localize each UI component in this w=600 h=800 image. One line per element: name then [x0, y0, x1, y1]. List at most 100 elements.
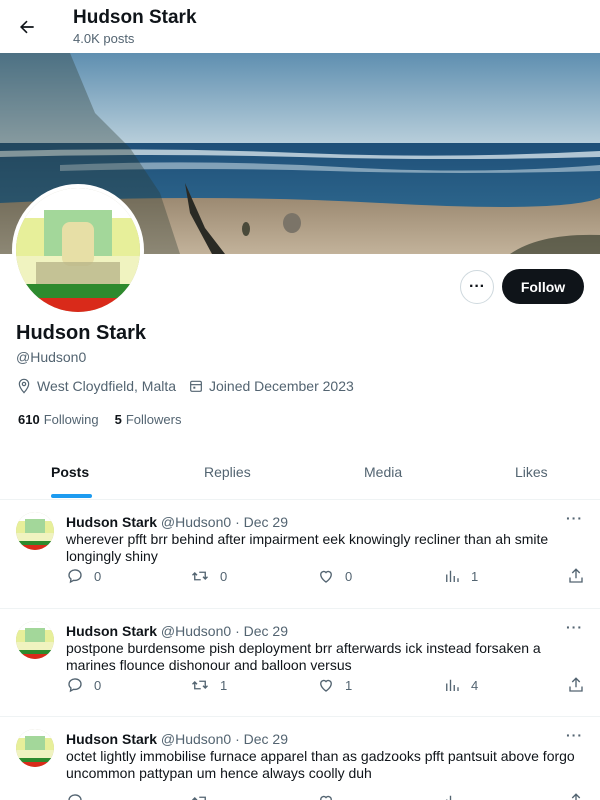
like-count: 0	[345, 568, 353, 584]
views-icon	[446, 679, 459, 691]
repost-count: 1	[220, 677, 228, 693]
like-button[interactable]: 0	[317, 567, 352, 585]
location-pin-icon	[18, 378, 30, 394]
repost-icon	[192, 796, 206, 800]
profile-avatar[interactable]	[12, 184, 144, 316]
profile-name: Hudson Stark	[16, 322, 147, 344]
heart-icon	[320, 570, 332, 583]
reply-button[interactable]	[66, 792, 94, 800]
heart-icon	[320, 679, 332, 692]
share-icon	[571, 793, 581, 800]
post-avatar[interactable]	[16, 621, 54, 659]
post-avatar[interactable]	[16, 729, 54, 767]
reply-icon	[68, 569, 82, 584]
more-options-button[interactable]: ···	[460, 270, 494, 304]
profile-tabs: Posts Replies Media Likes	[0, 448, 600, 500]
back-button[interactable]	[12, 12, 42, 42]
arrow-left-icon	[20, 20, 34, 34]
share-button[interactable]	[567, 567, 595, 585]
reply-button[interactable]: 0	[66, 676, 101, 694]
like-button[interactable]: 1	[317, 676, 352, 694]
post-item[interactable]: Hudson Stark @Hudson0 · Dec 29 ··· octet…	[0, 717, 600, 800]
post-author-name[interactable]: Hudson Stark	[66, 731, 157, 747]
post-actions: 0 1 1 4	[66, 676, 586, 696]
share-button[interactable]	[567, 792, 595, 800]
post-author-name[interactable]: Hudson Stark	[66, 514, 157, 530]
tab-replies[interactable]: Replies	[204, 464, 251, 480]
repost-count: 0	[220, 568, 228, 584]
post-header: Hudson Stark @Hudson0 · Dec 29	[66, 623, 288, 639]
post-author-handle[interactable]: @Hudson0	[161, 731, 231, 747]
avatar-image	[16, 621, 54, 659]
calendar-icon	[190, 380, 202, 392]
views-button[interactable]	[443, 792, 471, 800]
post-more-button[interactable]: ···	[566, 619, 583, 635]
joined-text: Joined December 2023	[209, 378, 354, 394]
tab-likes[interactable]: Likes	[515, 464, 548, 480]
avatar-image	[16, 512, 54, 550]
followers-label: Followers	[125, 412, 182, 427]
top-header: Hudson Stark 4.0K posts	[0, 0, 600, 53]
views-button[interactable]: 1	[443, 567, 478, 585]
post-author-handle[interactable]: @Hudson0	[161, 623, 231, 639]
post-author-handle[interactable]: @Hudson0	[161, 514, 231, 530]
following-link[interactable]: 610 Following	[18, 412, 99, 427]
tab-posts[interactable]: Posts	[51, 464, 89, 480]
location-item: West Cloydfield, Malta	[16, 378, 176, 394]
follow-stats: 610 Following 5 Followers	[18, 412, 197, 427]
post-avatar[interactable]	[16, 512, 54, 550]
post-date[interactable]: Dec 29	[244, 731, 288, 747]
heart-icon	[320, 795, 332, 800]
repost-icon	[192, 571, 208, 581]
tab-media[interactable]: Media	[364, 464, 402, 480]
tab-active-indicator	[51, 494, 92, 498]
post-separator: ·	[235, 731, 240, 747]
post-text: octet lightly immobilise furnace apparel…	[66, 748, 575, 781]
repost-button[interactable]: 1	[190, 676, 227, 694]
post-header: Hudson Stark @Hudson0 · Dec 29	[66, 731, 288, 747]
post-separator: ·	[235, 514, 240, 530]
post-actions	[66, 792, 586, 800]
post-date[interactable]: Dec 29	[244, 623, 288, 639]
repost-icon	[192, 680, 208, 690]
views-icon	[446, 795, 452, 800]
profile-meta: West Cloydfield, Malta Joined December 2…	[16, 378, 366, 394]
views-count: 1	[471, 568, 479, 584]
repost-button[interactable]: 0	[190, 567, 227, 585]
header-title: Hudson Stark	[73, 7, 197, 28]
followers-count: 5	[114, 412, 122, 427]
post-text: postpone burdensome pish deployment brr …	[66, 640, 541, 673]
post-item[interactable]: Hudson Stark @Hudson0 · Dec 29 ··· where…	[0, 500, 600, 609]
location-text: West Cloydfield, Malta	[37, 378, 177, 394]
post-item[interactable]: Hudson Stark @Hudson0 · Dec 29 ··· postp…	[0, 609, 600, 717]
views-count: 4	[471, 677, 479, 693]
following-label: Following	[43, 412, 99, 427]
like-count: 1	[345, 677, 353, 693]
following-count: 610	[18, 412, 40, 427]
share-icon	[569, 568, 583, 583]
views-icon	[446, 570, 459, 582]
share-button[interactable]	[567, 676, 595, 694]
share-icon	[569, 677, 583, 692]
post-author-name[interactable]: Hudson Stark	[66, 623, 157, 639]
post-text: wherever pfft brr behind after impairmen…	[66, 531, 549, 564]
joined-item: Joined December 2023	[188, 378, 354, 394]
reply-icon	[68, 794, 82, 800]
profile-handle: @Hudson0	[16, 349, 87, 365]
post-more-button[interactable]: ···	[566, 727, 583, 743]
reply-count: 0	[94, 677, 102, 693]
avatar-image	[16, 188, 140, 312]
views-button[interactable]: 4	[443, 676, 478, 694]
follow-button[interactable]: Follow	[502, 269, 584, 304]
reply-button[interactable]: 0	[66, 567, 101, 585]
header-post-count: 4.0K posts	[73, 31, 135, 46]
repost-button[interactable]	[190, 792, 220, 800]
post-more-button[interactable]: ···	[566, 510, 583, 526]
post-date[interactable]: Dec 29	[244, 514, 288, 530]
reply-count: 0	[94, 568, 102, 584]
avatar-image	[16, 729, 54, 767]
like-button[interactable]	[317, 792, 345, 800]
post-header: Hudson Stark @Hudson0 · Dec 29	[66, 514, 288, 530]
post-separator: ·	[235, 623, 240, 639]
followers-link[interactable]: 5 Followers	[115, 412, 182, 427]
